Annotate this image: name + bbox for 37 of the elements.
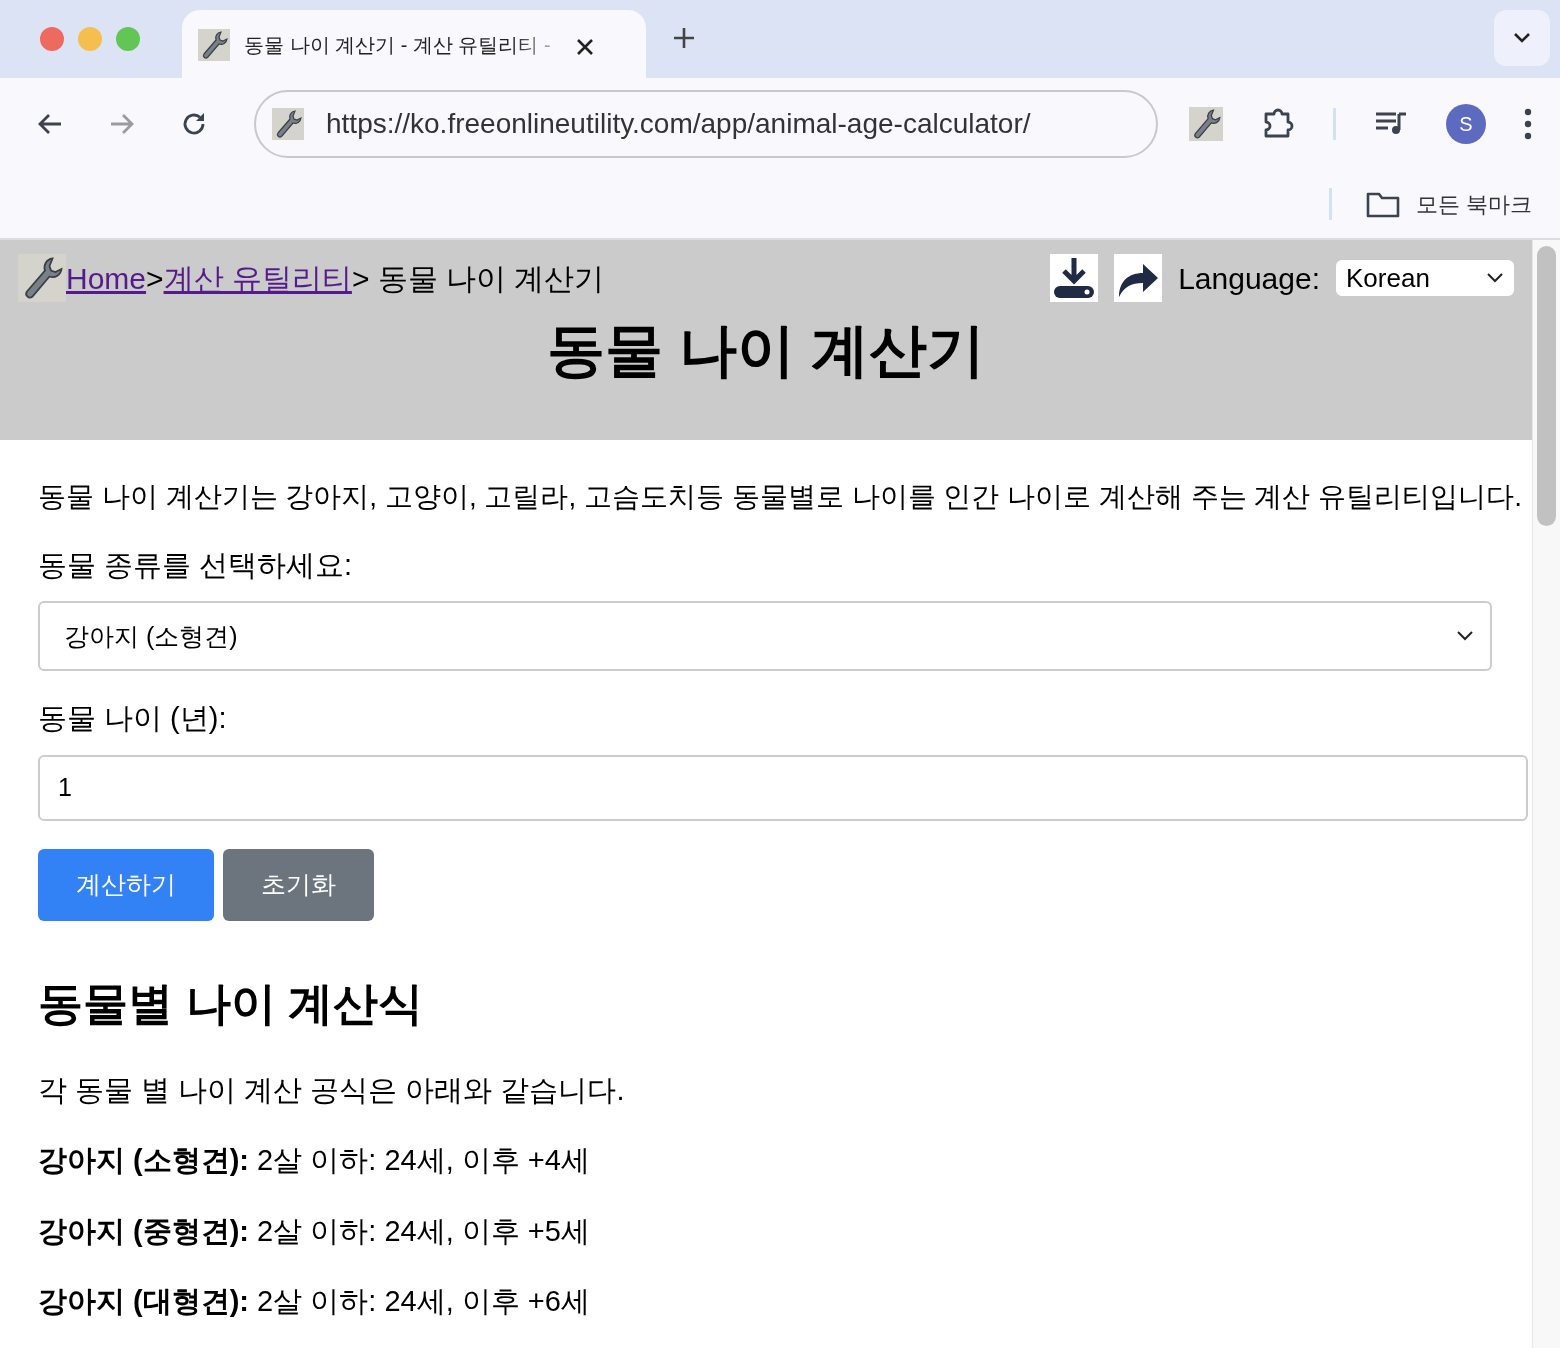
section-heading: 동물별 나이 계산식 xyxy=(38,976,424,1031)
age-label: 동물 나이 (년): xyxy=(38,701,228,737)
formula-text: 강아지 (소형견): 2살 이하: 24세, 이후 +4세 xyxy=(38,1143,591,1179)
breadcrumb-link[interactable]: Home xyxy=(66,255,147,301)
page-title: 동물 나이 계산기 xyxy=(545,318,987,382)
section-intro: 각 동물 별 나이 계산 공식은 아래와 같습니다. xyxy=(38,1072,626,1108)
wrench-icon xyxy=(272,108,304,140)
language-select[interactable]: Korean xyxy=(1336,260,1514,296)
share-icon[interactable] xyxy=(1114,254,1163,302)
chevron-down-icon xyxy=(1513,32,1531,44)
wrench-icon xyxy=(198,29,230,61)
chevron-down-icon xyxy=(1456,630,1474,643)
scrollbar-thumb[interactable] xyxy=(1537,246,1556,526)
breadcrumb-text: > xyxy=(146,260,164,297)
download-icon[interactable] xyxy=(1050,254,1099,302)
extension-button[interactable] xyxy=(1189,107,1223,141)
species-label: 동물 종류를 선택하세요: xyxy=(38,547,354,583)
profile-avatar[interactable]: S xyxy=(1446,104,1486,144)
folder-icon xyxy=(1365,190,1400,218)
language-label: Language: xyxy=(1178,260,1320,297)
description-text: 동물 나이 계산기는 강아지, 고양이, 고릴라, 고슴도치등 동물별로 나이를 인간 나이로 계산해 주는 계산 유틸리티입니다. xyxy=(38,480,1524,514)
wrench-icon xyxy=(1189,107,1223,141)
more-menu-icon[interactable] xyxy=(1524,108,1532,140)
address-bar[interactable]: https://ko.freeonlineutility.com/app/animal-age-calculator/ xyxy=(254,90,1158,158)
age-input-field[interactable]: 1 xyxy=(38,754,1528,821)
breadcrumb-text: > 동물 나이 계산기 xyxy=(351,260,605,297)
chevron-down-icon xyxy=(1486,272,1504,284)
formula-text: 강아지 (대형견): 2살 이하: 24세, 이후 +6세 xyxy=(38,1284,591,1320)
calculate-button[interactable]: 계산하기 xyxy=(38,848,214,921)
breadcrumb-link[interactable]: 계산 유틸리티 xyxy=(163,255,352,301)
browser-tab[interactable]: 동물 나이 계산기 - 계산 유틸리티 - xyxy=(182,10,646,80)
species-select[interactable]: 강아지 (소형견) xyxy=(38,601,1492,672)
formula-text: 강아지 (중형견): 2살 이하: 24세, 이후 +5세 xyxy=(38,1213,591,1249)
wrench-icon xyxy=(18,254,66,302)
tab-title: 동물 나이 계산기 - 계산 유틸리티 - xyxy=(244,33,551,58)
reset-button[interactable]: 초기화 xyxy=(223,848,374,921)
all-bookmarks-button[interactable]: 모든 북마크 xyxy=(1365,187,1532,221)
